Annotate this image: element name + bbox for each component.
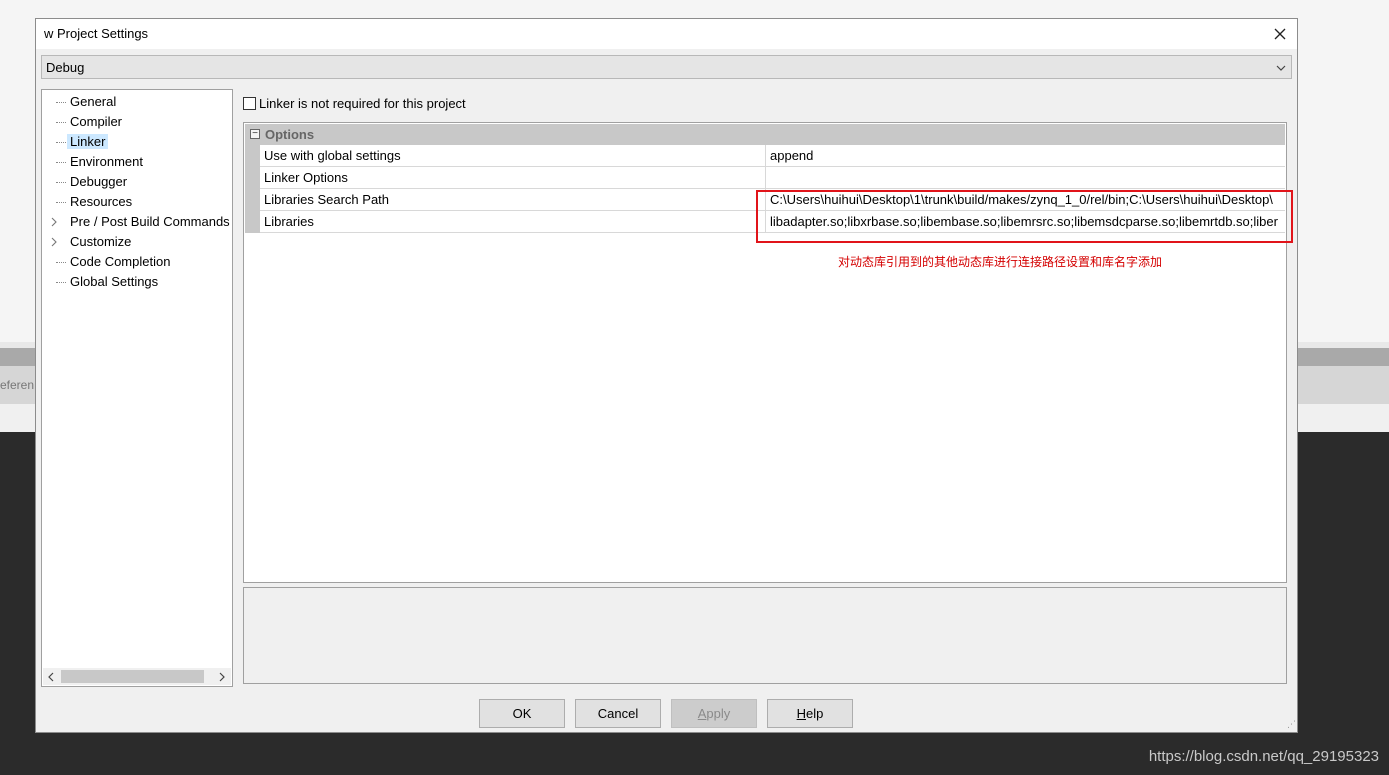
tree-item-linker[interactable]: Linker [42, 133, 232, 151]
tree-item-resources[interactable]: Resources [42, 193, 232, 211]
tree-item-debugger[interactable]: Debugger [42, 173, 232, 191]
chevron-right-icon[interactable] [50, 237, 58, 247]
tree-item-label: Linker [67, 134, 109, 149]
settings-tree: General Compiler Linker Environment Debu… [41, 89, 233, 687]
tree-item-label: Code Completion [70, 254, 171, 269]
property-name: Libraries Search Path [264, 192, 390, 207]
property-row-linker-options[interactable]: Linker Options [260, 167, 1285, 189]
tree-item-label: Pre / Post Build Commands [70, 214, 230, 229]
tree-item-label: Resources [70, 194, 133, 209]
property-value[interactable]: append [770, 148, 1284, 163]
chevron-down-icon [1276, 65, 1286, 71]
tree-connector [56, 102, 66, 103]
tree-item-label: Environment [70, 154, 143, 169]
grid-separator [765, 145, 766, 167]
tree-item-general[interactable]: General [42, 93, 232, 111]
annotation-text: 对动态库引用到的其他动态库进行连接路径设置和库名字添加 [838, 255, 1163, 269]
tree-item-label: Global Settings [70, 274, 159, 289]
grid-row-margin [245, 145, 260, 233]
cancel-button[interactable]: Cancel [575, 699, 661, 728]
linker-not-required-checkbox[interactable] [243, 97, 256, 110]
tree-connector [56, 262, 66, 263]
apply-button[interactable]: Apply [671, 699, 757, 728]
grid-separator [765, 167, 766, 189]
property-name: Use with global settings [264, 148, 401, 163]
property-row-use-global-settings[interactable]: Use with global settings append [260, 145, 1285, 167]
configuration-value: Debug [46, 60, 85, 75]
tree-item-customize[interactable]: Customize [42, 233, 232, 251]
scrollbar-thumb[interactable] [61, 670, 204, 683]
property-name: Linker Options [264, 170, 348, 185]
chevron-right-icon[interactable] [50, 217, 58, 227]
linker-not-required-label: Linker is not required for this project [259, 96, 466, 111]
project-settings-dialog: w Project Settings Debug General Compile… [35, 18, 1298, 733]
close-button[interactable] [1263, 19, 1297, 49]
property-description-pane [243, 587, 1287, 684]
resize-grip-icon[interactable]: ⋰ [1287, 719, 1296, 730]
ok-button[interactable]: OK [479, 699, 565, 728]
collapse-icon[interactable]: − [250, 129, 260, 139]
dialog-title: w Project Settings [44, 26, 149, 41]
configuration-dropdown[interactable]: Debug [41, 55, 1292, 79]
property-name: Libraries [264, 214, 314, 229]
tree-connector [56, 122, 66, 123]
tree-item-code-completion[interactable]: Code Completion [42, 253, 232, 271]
annotation-highlight-box [756, 190, 1293, 243]
close-icon [1274, 28, 1286, 40]
tree-item-compiler[interactable]: Compiler [42, 113, 232, 131]
tree-item-global-settings[interactable]: Global Settings [42, 273, 232, 291]
tree-connector [56, 142, 66, 143]
options-section-label: Options [265, 127, 315, 142]
tree-item-label: Compiler [70, 114, 123, 129]
tree-connector [56, 162, 66, 163]
tree-item-environment[interactable]: Environment [42, 153, 232, 171]
options-section-header[interactable]: − Options [245, 124, 1285, 145]
chevron-left-icon[interactable] [47, 672, 55, 682]
tree-connector [56, 202, 66, 203]
help-button[interactable]: Help [767, 699, 853, 728]
tree-horizontal-scrollbar[interactable] [43, 668, 231, 685]
tree-item-label: Customize [70, 234, 132, 249]
tree-item-pre-post-build[interactable]: Pre / Post Build Commands [42, 213, 232, 231]
watermark: https://blog.csdn.net/qq_29195323 [1148, 748, 1379, 765]
tree-connector [56, 182, 66, 183]
tree-item-label: General [70, 94, 117, 109]
tree-item-label: Debugger [70, 174, 128, 189]
background-tab-label: eferen [0, 378, 35, 392]
dialog-titlebar: w Project Settings [36, 19, 1297, 49]
tree-connector [56, 282, 66, 283]
chevron-right-icon[interactable] [218, 672, 226, 682]
